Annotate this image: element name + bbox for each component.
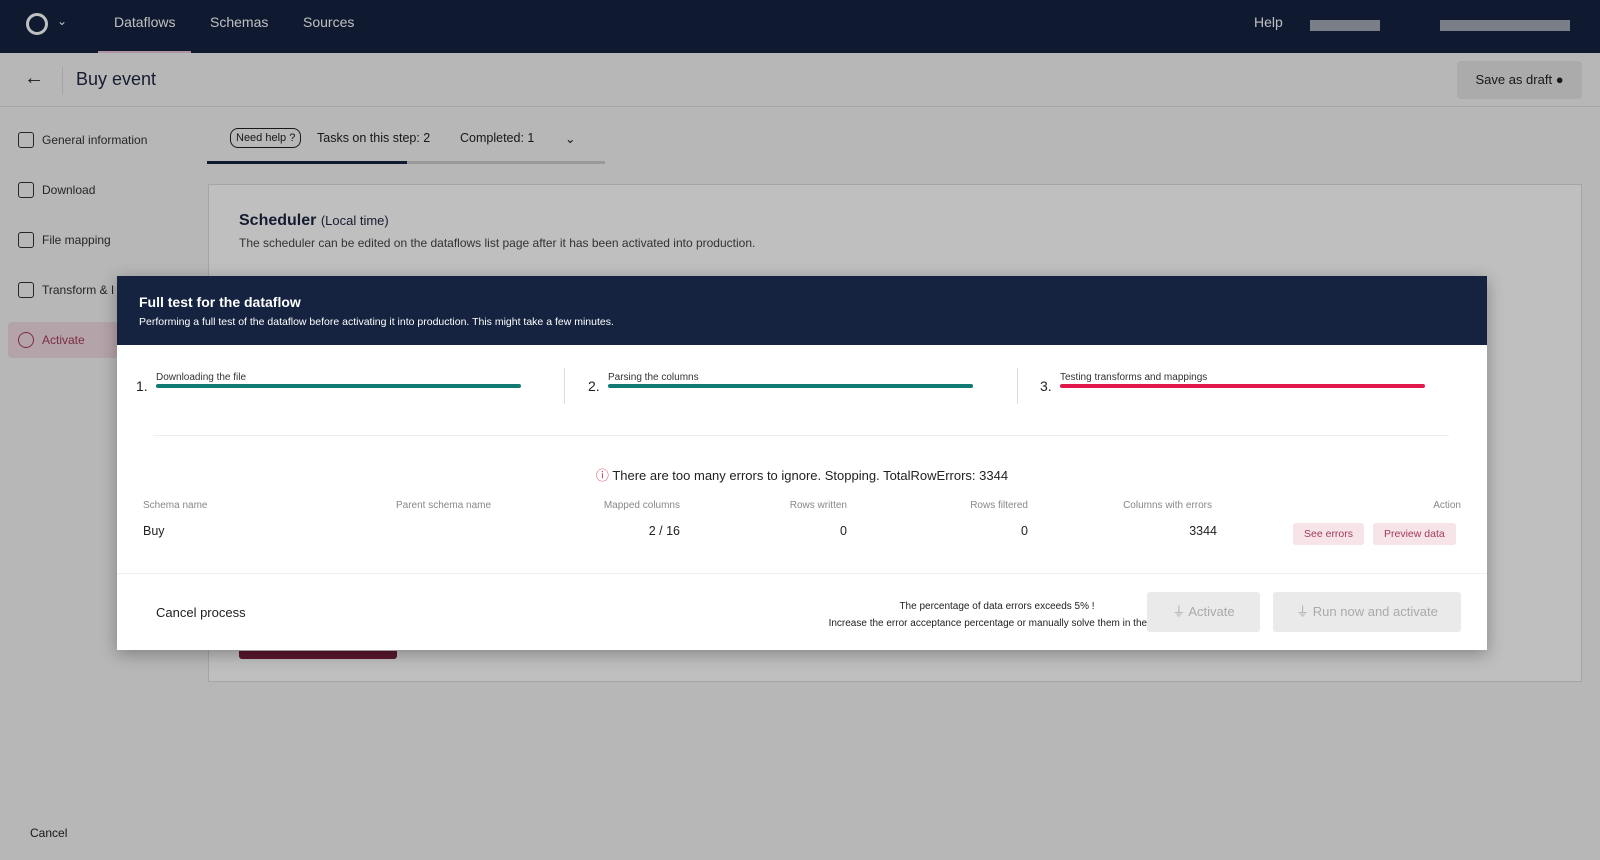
col-filtered: Rows filtered — [970, 500, 1028, 511]
activate-button[interactable]: ⏚ Activate — [1147, 592, 1260, 632]
col-mapped: Mapped columns — [603, 500, 680, 511]
error-message: ⓘ There are too many errors to ignore. S… — [117, 465, 1487, 484]
activate-label: Activate — [1188, 604, 1235, 619]
modal-title: Full test for the dataflow — [139, 294, 301, 310]
preview-data-button[interactable]: Preview data — [1373, 523, 1456, 545]
divider — [564, 368, 565, 404]
step-progress-bar — [1060, 384, 1425, 388]
modal-subtitle: Performing a full test of the dataflow b… — [139, 316, 614, 328]
step-progress-bar — [156, 384, 521, 388]
col-action: Action — [1433, 500, 1461, 511]
full-test-modal: Full test for the dataflow Performing a … — [117, 276, 1487, 650]
step-number: 2. — [588, 378, 600, 394]
step-label: Testing transforms and mappings — [1060, 372, 1208, 383]
step-label: Downloading the file — [156, 372, 247, 383]
run-activate-label: Run now and activate — [1312, 604, 1438, 619]
step-number: 1. — [136, 378, 148, 394]
divider — [153, 435, 1449, 436]
col-parent: Parent schema name — [396, 500, 492, 511]
divider — [117, 573, 1487, 574]
col-schema: Schema name — [143, 500, 208, 511]
cell-schema: Buy — [143, 524, 165, 538]
see-errors-button[interactable]: See errors — [1293, 523, 1365, 545]
cancel-process-button[interactable]: Cancel process — [156, 605, 246, 620]
divider — [1017, 368, 1018, 404]
col-errors: Columns with errors — [1123, 500, 1212, 511]
cell-errors: 3344 — [1189, 524, 1217, 538]
error-icon: ⓘ — [595, 468, 609, 483]
modal-header: Full test for the dataflow Performing a … — [117, 276, 1487, 345]
col-written: Rows written — [789, 500, 847, 511]
step-number: 3. — [1040, 378, 1052, 394]
step-progress-bar — [608, 384, 973, 388]
run-now-activate-button[interactable]: ⏚ Run now and activate — [1273, 592, 1461, 632]
cell-filtered: 0 — [1021, 524, 1028, 538]
error-text: There are too many errors to ignore. Sto… — [612, 468, 1009, 483]
cell-written: 0 — [840, 524, 847, 538]
cell-mapped: 2 / 16 — [648, 524, 680, 538]
plug-icon: ⏚ — [1296, 604, 1310, 619]
plug-icon: ⏚ — [1172, 604, 1186, 619]
step-label: Parsing the columns — [608, 372, 699, 383]
